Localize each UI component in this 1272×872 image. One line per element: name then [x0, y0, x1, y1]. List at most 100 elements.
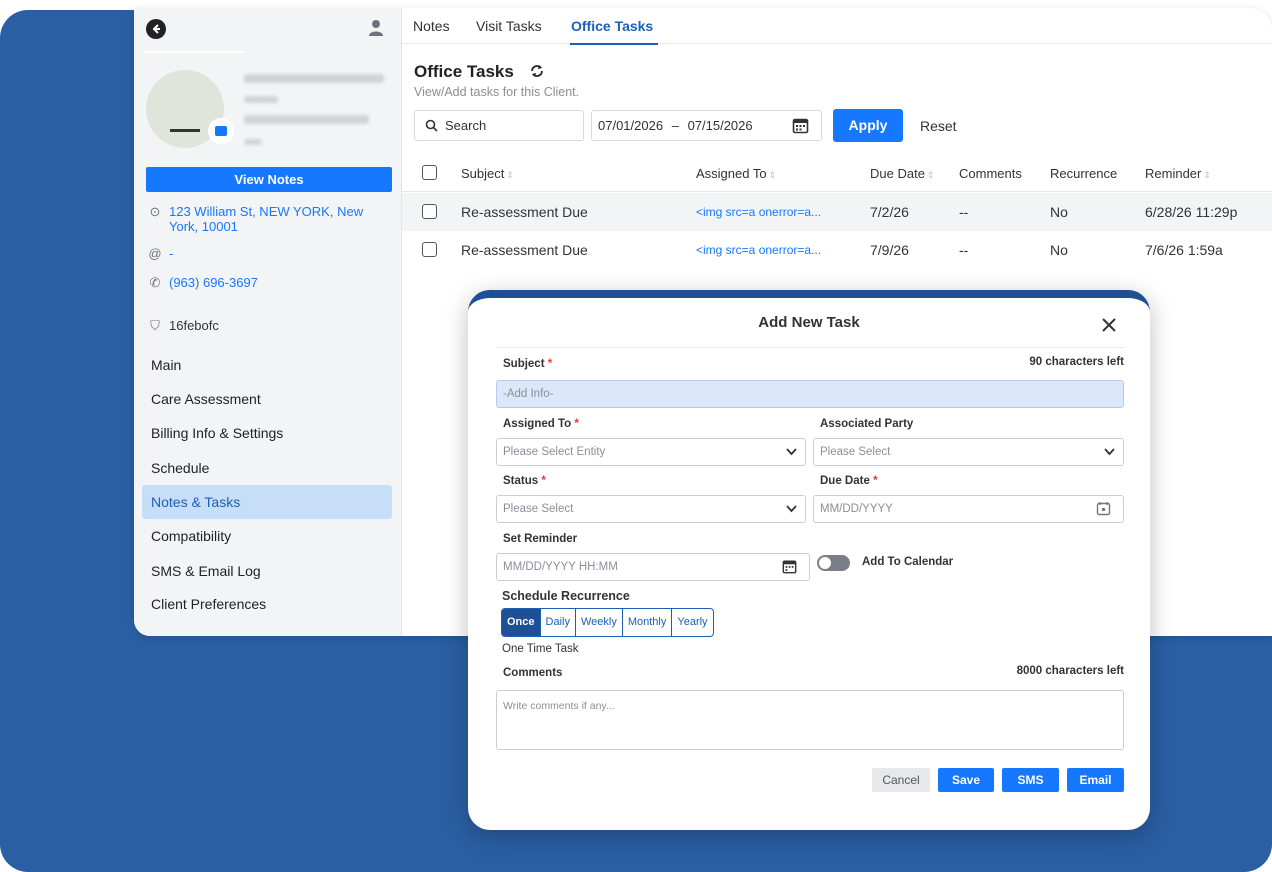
cell-subject[interactable]: Re-assessment Due	[461, 242, 588, 258]
location-pin-icon: ⊙	[149, 204, 161, 219]
recurrence-selector: Once Daily Weekly Monthly Yearly	[501, 608, 714, 637]
schedule-recurrence-label: Schedule Recurrence	[502, 589, 630, 603]
nav-sms-email-log[interactable]: SMS & Email Log	[142, 554, 392, 588]
column-due-date[interactable]: Due Date ⇕	[870, 166, 934, 181]
table-row[interactable]: Re-assessment Due <img src=a onerror=a..…	[402, 193, 1272, 231]
table-row[interactable]: Re-assessment Due <img src=a onerror=a..…	[402, 231, 1272, 269]
user-settings-icon[interactable]	[366, 17, 388, 39]
column-subject[interactable]: Subject ⇕	[461, 166, 514, 181]
cell-due-date: 7/2/26	[870, 204, 909, 220]
nav-billing-info[interactable]: Billing Info & Settings	[142, 416, 392, 450]
search-icon	[425, 119, 438, 132]
column-recurrence: Recurrence	[1050, 166, 1118, 181]
nav-care-assessment[interactable]: Care Assessment	[142, 382, 392, 416]
add-task-modal: Add New Task Subject * 90 characters lef…	[468, 290, 1150, 830]
nav-schedule[interactable]: Schedule	[142, 451, 392, 485]
recurrence-yearly[interactable]: Yearly	[672, 609, 712, 636]
nav-notes-tasks[interactable]: Notes & Tasks	[142, 485, 392, 519]
avatar-placeholder-dash	[170, 129, 200, 132]
cancel-button[interactable]: Cancel	[872, 768, 930, 792]
phone-icon: ✆	[149, 275, 161, 290]
email-link[interactable]: -	[169, 246, 173, 261]
select-all-checkbox[interactable]	[422, 165, 437, 180]
reminder-input[interactable]: MM/DD/YYYY HH:MM	[496, 553, 810, 581]
tab-visit-tasks[interactable]: Visit Tasks	[476, 18, 542, 34]
at-sign-icon: @	[148, 246, 162, 261]
status-label: Status *	[503, 475, 546, 487]
recurrence-weekly[interactable]: Weekly	[576, 609, 623, 636]
blurred-text	[244, 115, 369, 124]
blurred-name	[244, 74, 384, 83]
comments-label: Comments	[503, 667, 563, 679]
active-tab-indicator	[570, 43, 658, 45]
page-subtitle: View/Add tasks for this Client.	[414, 85, 580, 99]
tab-notes[interactable]: Notes	[413, 18, 450, 34]
subject-char-count: 90 characters left	[1029, 356, 1124, 368]
date-to: 07/15/2026	[687, 118, 753, 133]
chevron-down-icon	[786, 505, 797, 513]
calendar-icon[interactable]	[1096, 501, 1111, 516]
code-row: ⛉ 16febofc	[148, 318, 219, 333]
address-row: ⊙ 123 William St, NEW YORK, New York, 10…	[148, 204, 393, 234]
search-input[interactable]: Search	[414, 110, 584, 141]
chevron-down-icon	[786, 448, 797, 456]
camera-icon[interactable]	[208, 118, 234, 144]
cell-comments: --	[959, 242, 969, 258]
recurrence-daily[interactable]: Daily	[541, 609, 576, 636]
recurrence-monthly[interactable]: Monthly	[623, 609, 673, 636]
search-placeholder: Search	[445, 118, 487, 133]
chevron-down-icon	[1104, 448, 1115, 456]
calendar-icon[interactable]	[792, 117, 809, 134]
view-notes-button[interactable]: View Notes	[146, 167, 392, 192]
associated-party-select[interactable]: Please Select	[813, 438, 1124, 466]
blurred-text	[244, 96, 278, 103]
cell-due-date: 7/9/26	[870, 242, 909, 258]
address-link[interactable]: 123 William St, NEW YORK, New York, 1000…	[169, 204, 393, 234]
set-reminder-label: Set Reminder	[503, 533, 578, 545]
date-from: 07/01/2026	[598, 118, 664, 133]
row-checkbox[interactable]	[422, 242, 437, 257]
email-button[interactable]: Email	[1067, 768, 1124, 792]
nav-client-preferences[interactable]: Client Preferences	[142, 587, 392, 621]
recurrence-once[interactable]: Once	[502, 609, 541, 636]
shield-icon: ⛉	[150, 318, 160, 333]
date-separator: –	[671, 118, 679, 133]
modal-divider	[496, 347, 1124, 348]
refresh-icon[interactable]	[528, 63, 546, 79]
save-button[interactable]: Save	[938, 768, 994, 792]
subject-input[interactable]: -Add Info-	[496, 380, 1124, 408]
cell-assigned-to[interactable]: <img src=a onerror=a...	[696, 243, 821, 257]
email-row: @ -	[148, 246, 173, 261]
cell-recurrence: No	[1050, 204, 1068, 220]
divider	[144, 51, 244, 53]
phone-row: ✆ (963) 696-3697	[148, 275, 258, 290]
column-reminder[interactable]: Reminder ⇕	[1145, 166, 1211, 181]
reset-button[interactable]: Reset	[920, 118, 957, 134]
close-icon[interactable]	[1102, 318, 1116, 332]
cell-subject[interactable]: Re-assessment Due	[461, 204, 588, 220]
status-select[interactable]: Please Select	[496, 495, 806, 523]
nav-compatibility[interactable]: Compatibility	[142, 519, 392, 553]
due-date-input[interactable]: MM/DD/YYYY	[813, 495, 1124, 523]
apply-button[interactable]: Apply	[833, 109, 903, 142]
nav-main[interactable]: Main	[142, 348, 392, 382]
tab-office-tasks[interactable]: Office Tasks	[571, 18, 653, 34]
table-header: Subject ⇕ Assigned To ⇕ Due Date ⇕ Comments…	[402, 156, 1272, 192]
cell-assigned-to[interactable]: <img src=a onerror=a...	[696, 205, 821, 219]
cell-reminder: 6/28/26 11:29p	[1145, 204, 1238, 220]
comments-textarea[interactable]: Write comments if any...	[496, 690, 1124, 750]
phone-link[interactable]: (963) 696-3697	[169, 275, 258, 290]
assigned-to-select[interactable]: Please Select Entity	[496, 438, 806, 466]
add-to-calendar-toggle[interactable]	[817, 555, 850, 571]
sms-button[interactable]: SMS	[1002, 768, 1059, 792]
column-comments: Comments	[959, 166, 1022, 181]
back-arrow-icon[interactable]	[146, 19, 166, 39]
column-assigned-to[interactable]: Assigned To ⇕	[696, 166, 776, 181]
recurrence-note: One Time Task	[502, 643, 579, 655]
due-date-label: Due Date *	[820, 475, 878, 487]
date-range-picker[interactable]: 07/01/2026 – 07/15/2026	[591, 110, 822, 141]
comments-char-count: 8000 characters left	[1016, 665, 1124, 677]
row-checkbox[interactable]	[422, 204, 437, 219]
client-sidebar: View Notes ⊙ 123 William St, NEW YORK, N…	[134, 8, 402, 636]
calendar-icon[interactable]	[782, 559, 797, 574]
